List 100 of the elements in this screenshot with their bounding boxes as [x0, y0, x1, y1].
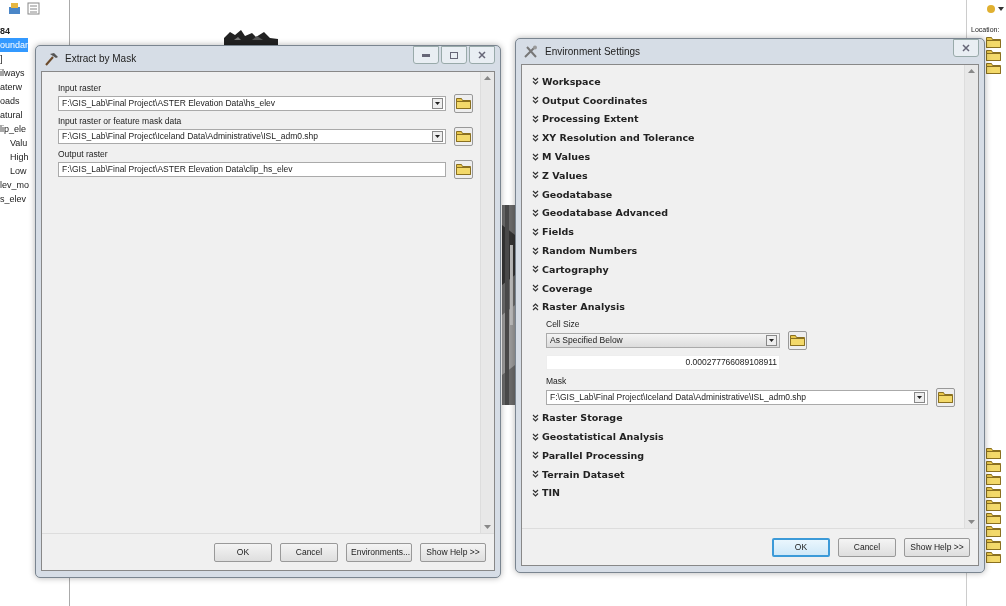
section-header[interactable]: Output Coordinates: [532, 90, 648, 110]
folder-icon: [986, 539, 1001, 550]
close-button[interactable]: [469, 46, 495, 64]
layer-item[interactable]: High: [0, 150, 29, 164]
section-header[interactable]: Cartography: [532, 259, 609, 279]
layers-icon[interactable]: [8, 2, 21, 15]
layer-item[interactable]: 84: [0, 24, 10, 38]
folder-icon: [986, 513, 1001, 524]
section-header[interactable]: Raster Storage: [532, 408, 623, 428]
field-label: Input raster: [58, 83, 102, 93]
folder-icon: [986, 63, 1001, 74]
section-header[interactable]: Fields: [532, 222, 574, 242]
folder-icon: [986, 526, 1001, 537]
dialog-button[interactable]: OK: [772, 537, 830, 557]
layer-item[interactable]: oads: [0, 94, 20, 108]
path-dropdown[interactable]: F:\GIS_Lab\Final Project\ASTER Elevation Data\hs_elev: [58, 95, 446, 111]
maximize-icon: [450, 51, 458, 59]
tools-icon: [523, 44, 539, 59]
folder-icon: [986, 50, 1001, 61]
section-header[interactable]: Workspace: [532, 72, 601, 91]
expand-icon: [532, 96, 539, 105]
browse-folder-button[interactable]: [454, 93, 473, 113]
section-header[interactable]: Terrain Dataset: [532, 464, 625, 484]
minimize-icon: [422, 53, 430, 57]
expand-icon: [532, 227, 539, 236]
minimize-button[interactable]: [413, 46, 439, 64]
section-header[interactable]: Z Values: [532, 166, 588, 185]
layer-item[interactable]: Low: [0, 164, 27, 178]
cell-size-field[interactable]: 0.000277766089108911: [546, 354, 780, 370]
expand-icon: [532, 432, 539, 441]
browse-folder-button[interactable]: [788, 330, 807, 350]
expand-icon: [532, 171, 539, 180]
section-header[interactable]: Parallel Processing: [532, 445, 645, 465]
field-label: Input raster or feature mask data: [58, 116, 183, 126]
hammer-icon: [43, 51, 59, 66]
expand-icon: [532, 133, 539, 142]
field-label: Mask: [546, 376, 568, 387]
scrollbar[interactable]: [964, 65, 978, 528]
layer-item[interactable]: atural: [0, 108, 23, 122]
expand-icon: [532, 470, 539, 479]
folder-icon: [456, 130, 471, 142]
expand-icon: [532, 77, 539, 86]
folder-icon: [456, 163, 471, 175]
browse-folder-button[interactable]: [454, 159, 473, 179]
folder-icon: [986, 552, 1001, 563]
dialog-button[interactable]: Cancel: [280, 542, 338, 562]
scroll-up-icon[interactable]: [968, 69, 975, 73]
window-title: Extract by Mask: [65, 53, 137, 64]
scroll-up-icon[interactable]: [484, 76, 491, 80]
folder-icon: [456, 97, 471, 109]
section-header[interactable]: Raster Analysis: [532, 297, 625, 317]
expand-icon: [532, 208, 539, 217]
section-header[interactable]: M Values: [532, 147, 591, 166]
expand-icon: [532, 115, 539, 123]
folder-icon: [986, 474, 1001, 485]
close-button[interactable]: [953, 39, 979, 57]
maximize-button[interactable]: [441, 46, 467, 64]
folder-icon: [790, 334, 805, 346]
dialog-button[interactable]: Cancel: [838, 537, 896, 557]
layer-item[interactable]: lev_mo: [0, 178, 29, 192]
section-header[interactable]: Coverage: [532, 278, 593, 298]
expand-icon: [532, 413, 539, 422]
browse-folder-button[interactable]: [454, 126, 473, 146]
layer-item[interactable]: s_elev: [0, 192, 26, 206]
browse-folder-button[interactable]: [936, 387, 955, 407]
layer-item[interactable]: lip_ele: [0, 122, 27, 136]
collapse-icon: [532, 302, 539, 311]
layer-item[interactable]: aterw: [0, 80, 22, 94]
scrollbar[interactable]: [480, 72, 494, 533]
section-header[interactable]: Geostatistical Analysis: [532, 427, 664, 446]
section-header[interactable]: Processing Extent: [532, 109, 639, 129]
scroll-down-icon[interactable]: [484, 525, 491, 529]
section-header[interactable]: TIN: [532, 483, 560, 503]
section-header[interactable]: XY Resolution and Tolerance: [532, 128, 695, 148]
close-icon: [478, 51, 486, 59]
layer-item[interactable]: ]: [0, 52, 3, 66]
dialog-button[interactable]: OK: [214, 542, 272, 562]
layer-item[interactable]: ilways: [0, 66, 25, 80]
field-label: Output raster: [58, 149, 109, 159]
section-header[interactable]: Geodatabase Advanced: [532, 203, 668, 223]
close-icon: [962, 44, 970, 52]
field-label: Cell Size: [546, 319, 581, 330]
dialog-button[interactable]: Show Help >>: [904, 537, 970, 557]
path-dropdown[interactable]: F:\GIS_Lab\Final Project\Iceland Data\Administrative\ISL_adm0.shp: [58, 128, 446, 144]
list-icon[interactable]: [27, 2, 40, 15]
expand-icon: [532, 246, 539, 255]
folder-icon: [986, 37, 1001, 48]
toolbar-icon[interactable]: [986, 4, 1006, 14]
cell-size-dropdown[interactable]: As Specified Below: [546, 332, 780, 348]
section-header[interactable]: Random Numbers: [532, 241, 638, 260]
dialog-button[interactable]: Environments...: [346, 542, 412, 562]
path-field[interactable]: F:\GIS_Lab\Final Project\ASTER Elevation Data\clip_hs_elev: [58, 161, 446, 177]
scroll-down-icon[interactable]: [968, 520, 975, 524]
expand-icon: [532, 451, 539, 460]
mask-dropdown[interactable]: F:\GIS_Lab\Final Project\Iceland Data\Administrative\ISL_adm0.shp: [546, 389, 928, 405]
layer-item[interactable]: Valu: [0, 136, 28, 150]
expand-icon: [532, 152, 539, 161]
section-header[interactable]: Geodatabase: [532, 184, 613, 204]
dialog-button[interactable]: Show Help >>: [420, 542, 486, 562]
folder-icon: [938, 391, 953, 403]
